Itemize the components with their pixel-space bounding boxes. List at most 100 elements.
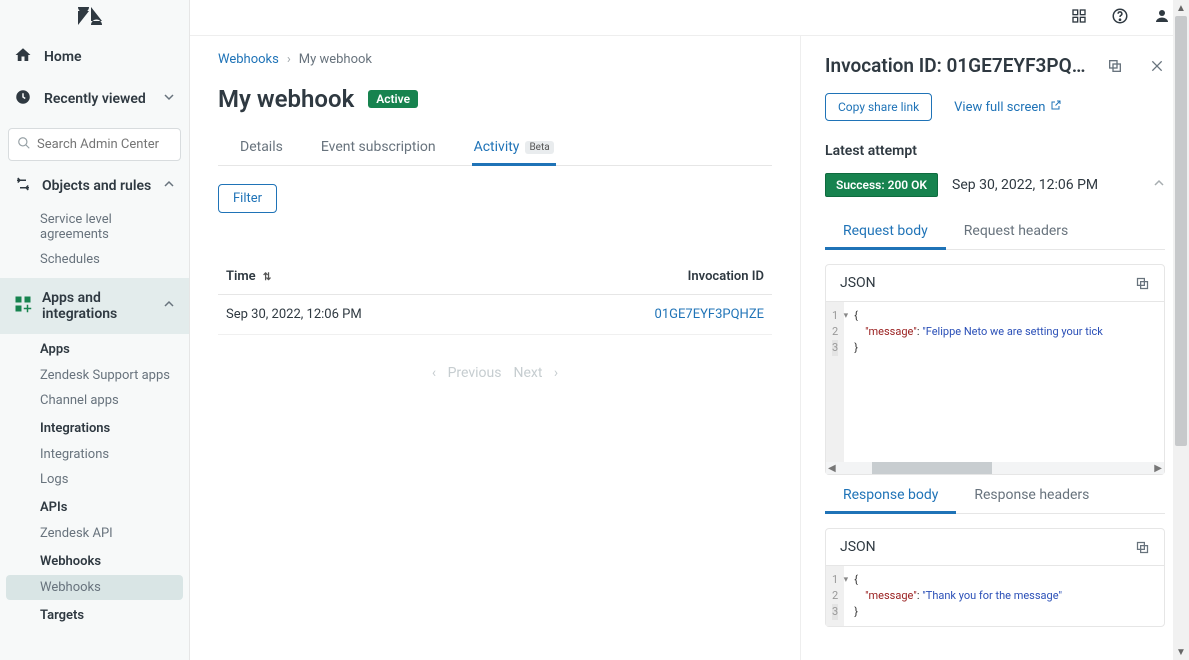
request-tabs: Request body Request headers bbox=[825, 215, 1165, 250]
sidebar-section-apps-integrations[interactable]: Apps and integrations bbox=[0, 278, 189, 334]
apps-grid-icon[interactable] bbox=[1071, 8, 1087, 28]
copy-icon[interactable] bbox=[1107, 58, 1123, 74]
pager-next[interactable]: Next › bbox=[513, 365, 558, 381]
pager-next-label: Next bbox=[513, 365, 542, 381]
sidebar-section-label: Objects and rules bbox=[42, 178, 151, 194]
tab-response-headers[interactable]: Response headers bbox=[956, 479, 1107, 514]
tabs: Details Event subscription Activity Beta bbox=[218, 131, 772, 166]
tab-request-headers[interactable]: Request headers bbox=[946, 215, 1086, 250]
chevron-up-icon bbox=[163, 298, 175, 314]
sidebar-section-label: Apps and integrations bbox=[42, 290, 153, 322]
tab-event-subscription[interactable]: Event subscription bbox=[319, 131, 438, 166]
sort-icon: ⇅ bbox=[263, 272, 271, 283]
external-link-icon bbox=[1050, 99, 1062, 115]
subgroup-targets: Targets bbox=[0, 600, 189, 629]
breadcrumb-current: My webhook bbox=[299, 52, 372, 67]
scroll-up-icon[interactable]: ▲ bbox=[1173, 0, 1189, 16]
scroll-track[interactable] bbox=[1173, 16, 1189, 644]
attempt-row[interactable]: Success: 200 OK Sep 30, 2022, 12:06 PM bbox=[825, 173, 1165, 197]
nav-home-label: Home bbox=[44, 49, 82, 65]
json-card-header: JSON bbox=[826, 265, 1164, 302]
objects-rules-icon bbox=[14, 175, 32, 197]
scroll-down-icon[interactable]: ▼ bbox=[1173, 644, 1189, 660]
sidebar: Home Recently viewed Objects and rules S… bbox=[0, 0, 190, 660]
scroll-left-icon[interactable]: ◀ bbox=[828, 463, 836, 474]
close-icon[interactable] bbox=[1149, 58, 1165, 74]
copy-icon[interactable] bbox=[1135, 540, 1150, 555]
search-input[interactable] bbox=[37, 137, 203, 152]
scroll-thumb[interactable] bbox=[872, 462, 992, 474]
code-lines: { "message": "Thank you for the message"… bbox=[844, 566, 1072, 626]
sidebar-scroll[interactable]: Objects and rules Service level agreemen… bbox=[0, 165, 189, 660]
nav-recently-viewed[interactable]: Recently viewed bbox=[0, 78, 189, 120]
attempt-time: Sep 30, 2022, 12:06 PM bbox=[952, 177, 1098, 193]
invocation-panel: Invocation ID: 01GE7EYF3PQHZ… Copy share… bbox=[801, 36, 1189, 660]
home-icon bbox=[14, 46, 32, 68]
activity-table: Time ⇅ Invocation ID Sep 30, 2022, 12:06… bbox=[218, 259, 772, 335]
cell-invocation-id[interactable]: 01GE7EYF3PQHZE bbox=[521, 295, 772, 335]
zendesk-logo-icon bbox=[78, 7, 102, 29]
logo-row bbox=[0, 0, 189, 36]
filter-button[interactable]: Filter bbox=[218, 184, 277, 213]
nav-home[interactable]: Home bbox=[0, 36, 189, 78]
line-gutter: 1▾23 bbox=[826, 302, 844, 462]
col-time[interactable]: Time ⇅ bbox=[218, 259, 521, 295]
subgroup-apps: Apps bbox=[0, 334, 189, 363]
tab-response-body[interactable]: Response body bbox=[825, 479, 956, 514]
breadcrumb-root[interactable]: Webhooks bbox=[218, 52, 279, 67]
json-label: JSON bbox=[840, 275, 876, 291]
sidebar-item-integrations[interactable]: Integrations bbox=[0, 442, 189, 467]
tab-request-body[interactable]: Request body bbox=[825, 215, 946, 250]
col-invocation-id: Invocation ID bbox=[521, 259, 772, 295]
apps-integrations-icon bbox=[14, 295, 32, 317]
beta-badge: Beta bbox=[525, 141, 553, 154]
view-full-screen-link[interactable]: View full screen bbox=[954, 99, 1062, 115]
user-avatar-icon[interactable] bbox=[1153, 7, 1171, 29]
code-lines: { "message": "Felippe Neto we are settin… bbox=[844, 302, 1113, 462]
sidebar-item-logs[interactable]: Logs bbox=[0, 467, 189, 492]
pager-prev[interactable]: ‹ Previous bbox=[432, 365, 502, 381]
help-icon[interactable] bbox=[1111, 7, 1129, 29]
sidebar-item-sla[interactable]: Service level agreements bbox=[0, 207, 189, 247]
sidebar-item-channel-apps[interactable]: Channel apps bbox=[0, 388, 189, 413]
scroll-right-icon[interactable]: ▶ bbox=[1154, 463, 1162, 474]
request-body-message: Felippe Neto we are setting your tick bbox=[926, 325, 1103, 338]
chevron-down-icon bbox=[163, 91, 175, 107]
request-body-card: JSON 1▾23 { "message": "Felippe Neto we … bbox=[825, 264, 1165, 475]
horizontal-scrollbar[interactable]: ◀ ▶ bbox=[826, 462, 1164, 474]
table-row[interactable]: Sep 30, 2022, 12:06 PM 01GE7EYF3PQHZE bbox=[218, 295, 772, 335]
chevron-right-icon: › bbox=[554, 365, 558, 381]
tab-activity-label: Activity bbox=[474, 139, 520, 155]
clock-icon bbox=[14, 88, 32, 110]
pager: ‹ Previous Next › bbox=[218, 365, 772, 381]
sidebar-item-schedules[interactable]: Schedules bbox=[0, 247, 189, 272]
subgroup-apis: APIs bbox=[0, 492, 189, 521]
chevron-right-icon: › bbox=[287, 52, 291, 67]
search-input-wrapper[interactable] bbox=[8, 128, 181, 161]
chevron-left-icon: ‹ bbox=[432, 365, 436, 381]
request-body-code: 1▾23 { "message": "Felippe Neto we are s… bbox=[826, 302, 1164, 462]
copy-icon[interactable] bbox=[1135, 276, 1150, 291]
sidebar-item-zendesk-api[interactable]: Zendesk API bbox=[0, 521, 189, 546]
response-body-card: JSON 1▾23 { "message": "Thank you for th… bbox=[825, 528, 1165, 627]
panel-header: Invocation ID: 01GE7EYF3PQHZ… bbox=[825, 54, 1165, 77]
sidebar-section-objects-and-rules[interactable]: Objects and rules bbox=[0, 165, 189, 207]
latest-attempt-heading: Latest attempt bbox=[825, 143, 1165, 159]
tab-activity[interactable]: Activity Beta bbox=[472, 131, 556, 166]
line-gutter: 1▾23 bbox=[826, 566, 844, 626]
json-label: JSON bbox=[840, 539, 876, 555]
main: Webhooks › My webhook My webhook Active … bbox=[190, 0, 1189, 660]
attempt-status-badge: Success: 200 OK bbox=[825, 173, 938, 197]
copy-share-link-button[interactable]: Copy share link bbox=[825, 93, 932, 121]
browser-scrollbar[interactable]: ▲ ▼ bbox=[1173, 0, 1189, 660]
scroll-thumb[interactable] bbox=[1175, 16, 1187, 446]
title-row: My webhook Active bbox=[218, 85, 772, 113]
content-area: Webhooks › My webhook My webhook Active … bbox=[190, 36, 801, 660]
response-body-code: 1▾23 { "message": "Thank you for the mes… bbox=[826, 566, 1164, 626]
panel-actions: Copy share link View full screen bbox=[825, 93, 1165, 121]
search-icon bbox=[17, 135, 31, 154]
sidebar-item-webhooks[interactable]: Webhooks bbox=[6, 575, 183, 600]
page-title: My webhook bbox=[218, 85, 354, 113]
sidebar-item-support-apps[interactable]: Zendesk Support apps bbox=[0, 363, 189, 388]
tab-details[interactable]: Details bbox=[238, 131, 285, 166]
